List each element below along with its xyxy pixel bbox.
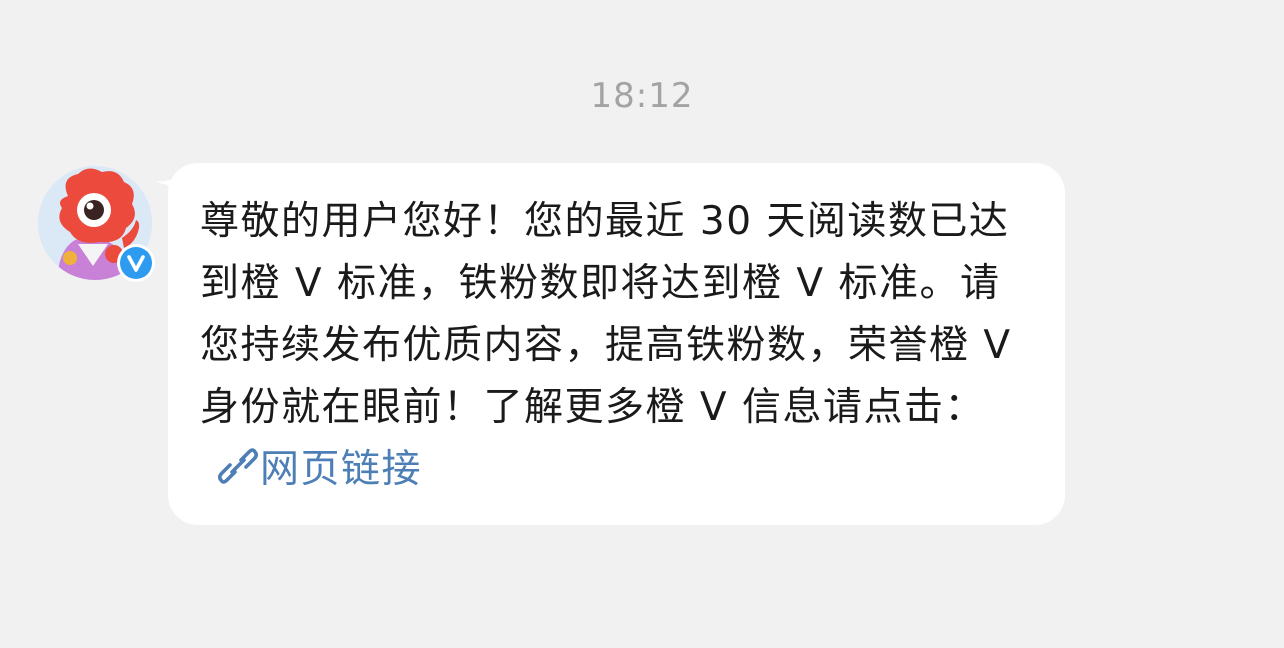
message-bubble: 尊敬的用户您好！您的最近 30 天阅读数已达到橙 V 标准，铁粉数即将达到橙 V… [168, 163, 1065, 525]
verified-badge [117, 244, 155, 282]
web-link-label: 网页链接 [260, 447, 423, 492]
link-icon [218, 448, 258, 484]
message-content: 尊敬的用户您好！您的最近 30 天阅读数已达到橙 V 标准，铁粉数即将达到橙 V… [200, 191, 1035, 501]
message-text: 尊敬的用户您好！您的最近 30 天阅读数已达到橙 V 标准，铁粉数即将达到橙 V… [200, 199, 1012, 430]
web-link[interactable]: 网页链接 [200, 447, 422, 492]
verified-v-icon [120, 247, 152, 279]
message-timestamp: 18:12 [590, 76, 694, 116]
